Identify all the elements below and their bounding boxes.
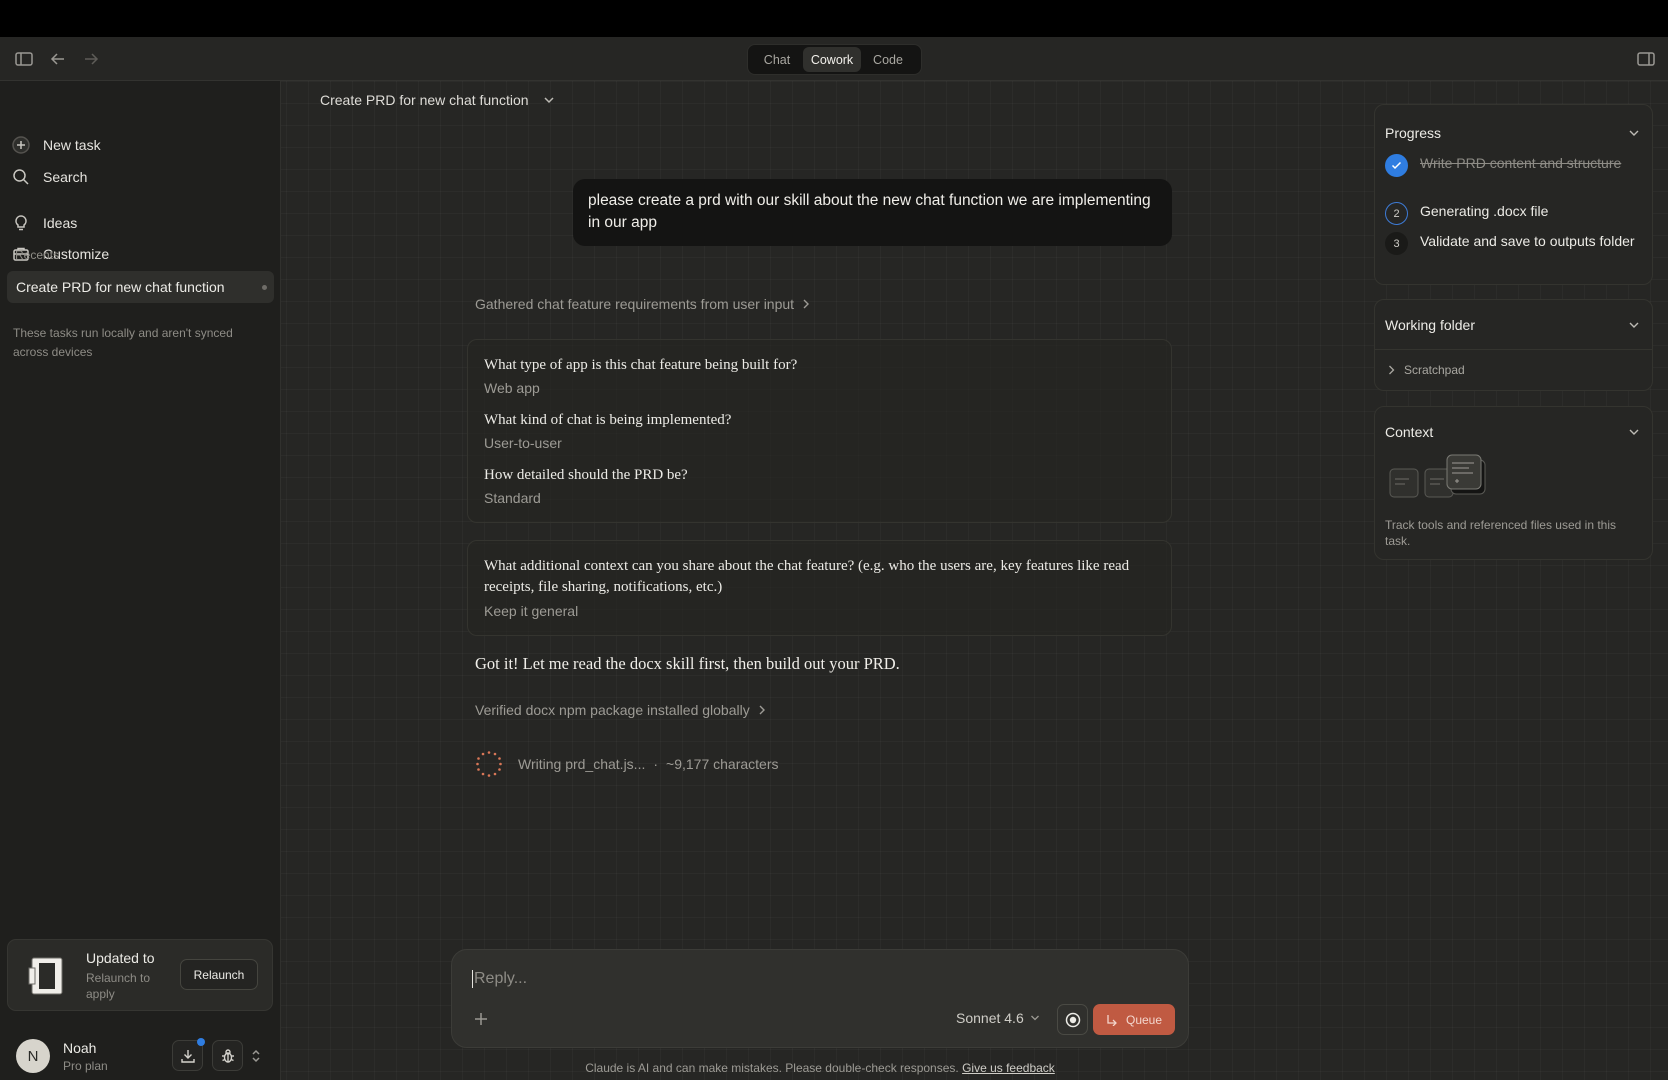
record-button[interactable] [1057, 1004, 1088, 1035]
writing-separator: · [653, 756, 659, 772]
recents-label: Recents [15, 248, 60, 262]
context-illustration-icon [1389, 454, 1486, 498]
step-verified[interactable]: Verified docx npm package installed glob… [475, 702, 766, 718]
folder-item-scratchpad[interactable]: Scratchpad [1388, 363, 1465, 377]
disclaimer: Claude is AI and can make mistakes. Plea… [0, 1061, 1640, 1075]
qa-card: What type of app is this chat feature be… [467, 339, 1172, 523]
recent-task-item[interactable]: Create PRD for new chat function [7, 271, 274, 303]
user-message: please create a prd with our skill about… [573, 179, 1172, 246]
writing-status: Writing prd_chat.js... · ~9,177 characte… [475, 749, 779, 779]
ideas-label: Ideas [43, 215, 78, 231]
step-number-2: 2 [1385, 202, 1408, 225]
progress-item-2-label: Generating .docx file [1420, 203, 1549, 219]
relaunch-button[interactable]: Relaunch [180, 959, 258, 990]
working-folder-title: Working folder [1385, 317, 1476, 333]
progress-panel: Progress Write PRD content and structure… [1374, 104, 1653, 285]
step-verified-label: Verified docx npm package installed glob… [475, 702, 750, 718]
spinner-icon [476, 751, 502, 777]
status-dot [262, 285, 267, 290]
tab-code[interactable]: Code [861, 47, 915, 72]
update-title: Updated to [86, 950, 155, 966]
progress-item-3: 3 Validate and save to outputs folder [1385, 232, 1640, 255]
chevron-right-icon [803, 299, 810, 309]
add-attachment-button[interactable] [472, 1010, 490, 1028]
queue-label: Queue [1125, 1012, 1163, 1027]
feedback-link[interactable]: Give us feedback [962, 1061, 1055, 1075]
update-card: Updated to Relaunch to apply Relaunch [7, 939, 273, 1011]
sidebar: New task Search Ideas Customize Recents … [0, 81, 281, 1080]
conversation-title-label: Create PRD for new chat function [320, 92, 529, 108]
progress-title: Progress [1385, 125, 1442, 141]
return-arrow-icon [1107, 1014, 1117, 1026]
progress-item-3-label: Validate and save to outputs folder [1420, 233, 1635, 249]
step-number-3: 3 [1385, 232, 1408, 255]
assistant-message: Got it! Let me read the docx skill first… [475, 654, 900, 673]
context-description: Track tools and referenced files used in… [1385, 518, 1617, 548]
chevron-down-icon[interactable] [1628, 129, 1640, 137]
question-1: What type of app is this chat feature be… [484, 357, 798, 373]
update-device-icon [28, 957, 63, 995]
step-gathered[interactable]: Gathered chat feature requirements from … [475, 296, 810, 312]
notification-dot [197, 1038, 205, 1046]
model-label: Sonnet 4.6 [956, 1010, 1024, 1026]
chevron-down-icon[interactable] [1628, 428, 1640, 436]
folder-item-label: Scratchpad [1404, 363, 1465, 377]
chevron-right-icon [759, 705, 765, 715]
model-select[interactable]: Sonnet 4.6 [956, 1010, 1040, 1026]
step-gathered-label: Gathered chat feature requirements from … [475, 296, 795, 312]
chevron-down-icon [1030, 1015, 1039, 1021]
back-arrow-icon[interactable] [48, 50, 68, 68]
progress-item-1: Write PRD content and structure [1385, 154, 1640, 177]
search-icon [13, 169, 29, 185]
new-task-label: New task [43, 137, 101, 153]
answer-1: Web app [484, 380, 540, 396]
tab-cowork[interactable]: Cowork [803, 47, 861, 72]
chevron-right-icon [1389, 365, 1395, 375]
writing-file-label: Writing prd_chat.js... [518, 756, 646, 772]
check-icon [1385, 154, 1408, 177]
recent-task-label: Create PRD for new chat function [16, 279, 225, 295]
plus-icon [475, 1013, 487, 1025]
progress-item-2: 2 Generating .docx file [1385, 202, 1640, 225]
chevron-down-icon[interactable] [1628, 321, 1640, 329]
search-label: Search [43, 169, 88, 185]
context-title: Context [1385, 424, 1434, 440]
question-2: What kind of chat is being implemented? [484, 412, 732, 428]
forward-arrow-icon[interactable] [81, 50, 101, 68]
working-folder-panel: Working folder Scratchpad [1374, 299, 1653, 391]
user-name: Noah [63, 1040, 97, 1056]
writing-chars-label: ~9,177 characters [666, 756, 779, 772]
progress-item-1-label: Write PRD content and structure [1420, 155, 1622, 171]
plus-icon [12, 136, 30, 154]
chevron-down-icon [544, 97, 554, 104]
lightbulb-icon [15, 215, 27, 231]
answer-3: Standard [484, 490, 541, 506]
answer-context: Keep it general [484, 603, 579, 619]
sync-note: These tasks run locally and aren't synce… [13, 326, 233, 359]
disclaimer-text: Claude is AI and can make mistakes. Plea… [585, 1061, 959, 1075]
tab-chat[interactable]: Chat [751, 47, 803, 72]
search-button[interactable]: Search [12, 163, 87, 191]
context-panel: Context Track tools and referenced files… [1374, 406, 1653, 560]
question-3: How detailed should the PRD be? [484, 467, 688, 483]
question-context: What additional context can you share ab… [484, 558, 1130, 595]
qa-card-context: What additional context can you share ab… [467, 540, 1172, 636]
reply-input[interactable] [472, 970, 1162, 988]
app-window: Chat Cowork Code New task Search Ideas C… [0, 37, 1668, 1080]
composer: Sonnet 4.6 Queue [451, 949, 1189, 1048]
update-subtitle: Relaunch to apply [86, 971, 151, 1001]
queue-button[interactable]: Queue [1093, 1004, 1175, 1035]
new-task-button[interactable]: New task [12, 131, 101, 159]
ideas-button[interactable]: Ideas [12, 209, 77, 237]
record-icon [1065, 1012, 1080, 1027]
top-bar: Chat Cowork Code [0, 37, 1668, 81]
sidebar-toggle-icon[interactable] [14, 50, 34, 68]
answer-2: User-to-user [484, 435, 562, 451]
mode-switcher: Chat Cowork Code [747, 44, 922, 75]
conversation-title[interactable]: Create PRD for new chat function [320, 92, 555, 108]
divider [1375, 349, 1652, 350]
right-panel-toggle-icon[interactable] [1636, 50, 1656, 68]
